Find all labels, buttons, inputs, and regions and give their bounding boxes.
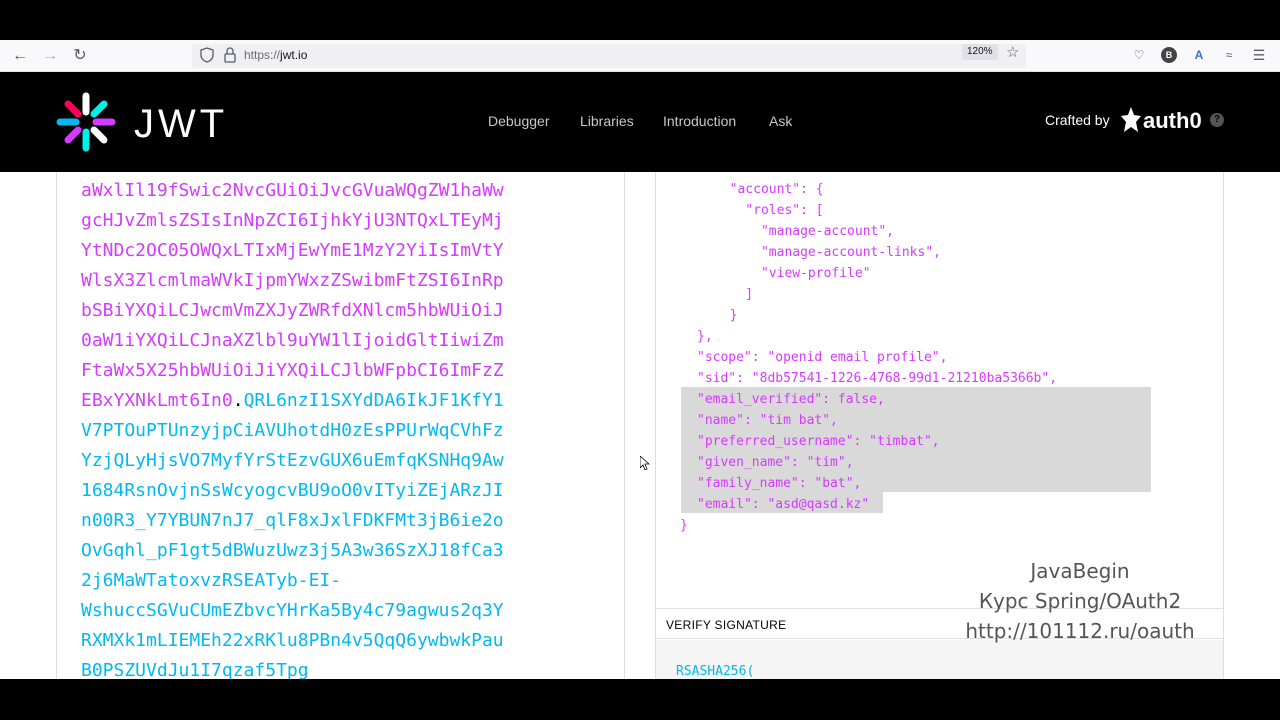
forward-arrow-icon[interactable]: → [40, 46, 60, 66]
crafted-by-label: Crafted by [1045, 112, 1110, 128]
token-line: bSBiYXQiLCJwcmVmZXJyZWRfdXNlcm5hbWUiOiJ [81, 300, 504, 321]
payload-json-line: "email_verified": false, [697, 392, 885, 407]
verify-signature-label: VERIFY SIGNATURE [666, 618, 787, 632]
payload-json-line: "name": "tim bat", [697, 413, 838, 428]
encoded-token-panel[interactable]: aWxlIl19fSwic2NvcGUiOiJvcGVuaWQgZW1haWw … [56, 172, 625, 679]
token-line: B0PSZUVdJu1I7qzaf5Tpg [81, 660, 309, 679]
token-line: RXMXk1mLIEMEh22xRKlu8PBn4v5QqQ6ywbwkPau [81, 630, 504, 651]
token-payload-end: EBxYXNkLmt6In0 [81, 390, 233, 411]
payload-json-line: "manage-account", [714, 224, 895, 239]
translate-icon[interactable]: A [1191, 47, 1207, 63]
token-line: WshuccSGVuCUmEZbvcYHrKa5By4c79agwus2q3Y [81, 600, 504, 621]
payload-json-line: ] [714, 287, 754, 302]
payload-json-line: "email": "asd@qasd.kz" [697, 497, 870, 512]
token-signature-start: QRL6nzI1SXYdDA6IkJF1KfY1 [243, 390, 504, 411]
token-line: OvGqhl_pF1gt5dBWuzUwz3j5A3w36SzXJ18fCa3 [81, 540, 504, 561]
token-line: 0aW1iYXQiLCJnaXZlbl9uYW1lIjoidGltIiwiZm [81, 330, 504, 351]
jwt-logo-icon[interactable] [56, 92, 116, 152]
nav-ask[interactable]: Ask [769, 113, 792, 129]
nav-debugger[interactable]: Debugger [488, 113, 550, 129]
payload-json-line: "view-profile" [714, 266, 871, 281]
browser-toolbar: ← → ↻ https://jwt.io 120% ☆ ♡ B A ≈ ☰ [0, 40, 1280, 72]
lock-icon[interactable] [224, 47, 236, 63]
payload-json-line: }, [697, 329, 713, 344]
token-line: V7PTOuPTUnzyjpCiAVUhotdH0zEsPPUrWqCVhFz [81, 420, 504, 441]
token-line-mixed: EBxYXNkLmt6In0.QRL6nzI1SXYdDA6IkJF1KfY1 [81, 386, 611, 416]
token-line: n00R3_Y7YBUN7nJ7_qlF8xJxlFDKFMt3jB6ie2o [81, 510, 504, 531]
watermark-line: Курс Spring/OAuth2 [978, 589, 1182, 613]
payload-json-line: "given_name": "tim", [697, 455, 854, 470]
auth0-shield-icon[interactable] [1120, 106, 1142, 134]
nav-libraries[interactable]: Libraries [580, 113, 634, 129]
payload-json-closing: } [680, 518, 688, 533]
url-host: jwt.io [280, 48, 308, 62]
payload-json-line: "roles": [ [714, 203, 824, 218]
course-watermark: JavaBegin Курс Spring/OAuth2 http://1011… [960, 556, 1200, 646]
address-bar[interactable]: https://jwt.io [192, 44, 1026, 68]
token-dot: . [232, 390, 244, 411]
payload-json-line: "manage-account-links", [714, 245, 941, 260]
pocket-icon[interactable]: ♡ [1131, 47, 1147, 63]
watermark-line: JavaBegin [1030, 559, 1130, 583]
logo-text: JWT [134, 102, 229, 146]
token-line: 1684RsnOvjnSsWcyogcvBU9oO0vITyiZEjARzJI [81, 480, 504, 501]
auth0-wordmark[interactable]: auth0 [1143, 108, 1202, 134]
payload-json-line: } [714, 308, 738, 323]
token-line: WlsX3ZlcmlmaWVkIjpmYWxzZSwibmFtZSI6InRp [81, 270, 504, 291]
payload-json-line: "account": { [714, 182, 824, 197]
help-icon[interactable]: ? [1210, 113, 1224, 127]
signature-algorithm: RSASHA256( [676, 664, 755, 679]
shield-icon[interactable] [200, 47, 214, 63]
token-line: YtNDc2OC05OWQxLTIxMjEwYmE1MzY2YiIsImVtY [81, 240, 504, 261]
encoded-token-text[interactable]: aWxlIl19fSwic2NvcGUiOiJvcGVuaWQgZW1haWw … [81, 176, 611, 679]
extension-b-icon[interactable]: B [1161, 47, 1177, 63]
url-text[interactable]: https://jwt.io [244, 48, 307, 62]
payload-json-line: "sid": "8db57541-1226-4768-99d1-21210ba5… [697, 371, 1058, 386]
token-line: gcHJvZmlsZSIsInNpZCI6IjhkYjU3NTQxLTEyMj [81, 210, 504, 231]
menu-icon[interactable]: ☰ [1251, 47, 1267, 63]
payload-json-line: "preferred_username": "timbat", [697, 434, 940, 449]
site-header: JWT Debugger Libraries Introduction Ask … [0, 72, 1280, 172]
payload-json-line: "scope": "openid email profile", [697, 350, 948, 365]
reload-icon[interactable]: ↻ [70, 46, 90, 66]
url-protocol: https:// [244, 48, 281, 62]
mouse-cursor-icon [640, 456, 650, 470]
bookmark-star-icon[interactable]: ☆ [1006, 43, 1019, 61]
payload-json-line: "family_name": "bat", [697, 476, 862, 491]
watermark-line: http://101112.ru/oauth [965, 619, 1195, 643]
nav-introduction[interactable]: Introduction [663, 113, 736, 129]
token-line: aWxlIl19fSwic2NvcGUiOiJvcGVuaWQgZW1haWw [81, 180, 504, 201]
sync-icon[interactable]: ≈ [1221, 47, 1237, 63]
back-arrow-icon[interactable]: ← [10, 46, 30, 66]
token-line: YzjQLyHjsVO7MyfYrStEzvGUX6uEmfqKSNHq9Aw [81, 450, 504, 471]
zoom-level-badge[interactable]: 120% [962, 44, 998, 60]
token-line: 2j6MaWTatoxvzRSEATyb-EI- [81, 570, 342, 591]
screen: ← → ↻ https://jwt.io 120% ☆ ♡ B A ≈ ☰ JW… [0, 0, 1280, 720]
token-line: FtaWx5X25hbWUiOiJiYXQiLCJlbWFpbCI6ImFzZ [81, 360, 504, 381]
